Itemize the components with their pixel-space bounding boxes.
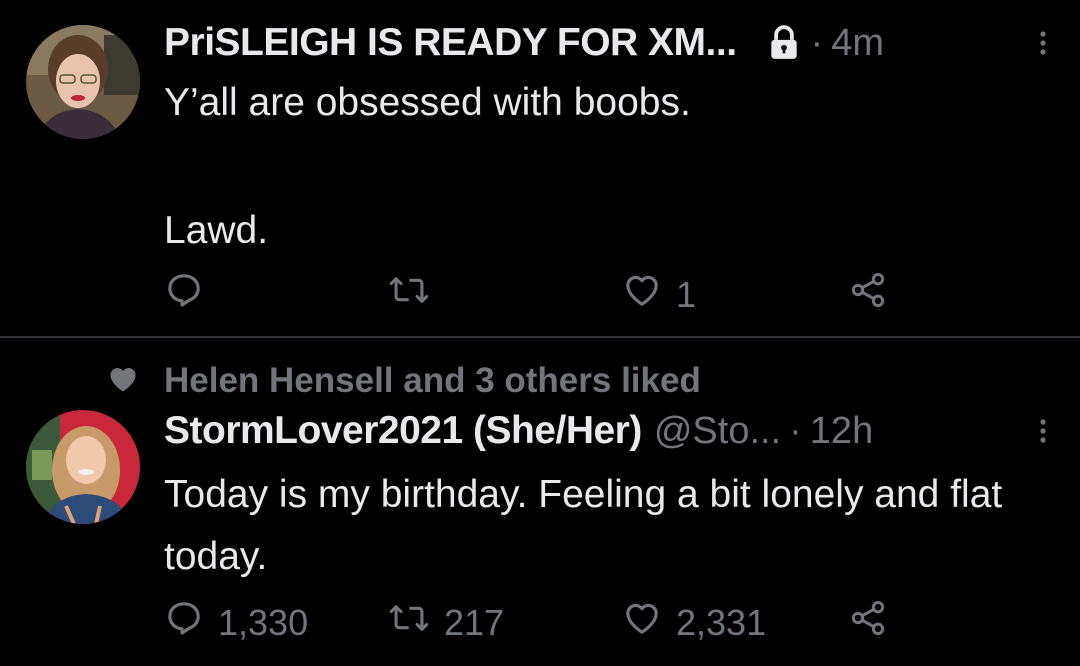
heart-icon: [622, 270, 662, 319]
social-context-text[interactable]: Helen Hensell and 3 others liked: [164, 361, 701, 401]
reply-count: 1,330: [218, 601, 309, 643]
heart-filled-icon: [108, 365, 138, 398]
retweet-button[interactable]: [388, 270, 430, 319]
display-name[interactable]: StormLover2021 (She/Her): [164, 409, 642, 453]
tweet-text-line: Lawd.: [164, 209, 269, 252]
heart-icon: [622, 598, 662, 647]
like-count: 1: [676, 273, 697, 315]
timeline-feed: PriSLEIGH IS READY FOR XM... · 4m Y’all …: [0, 0, 1080, 666]
share-button[interactable]: [848, 598, 888, 647]
share-button[interactable]: [848, 270, 888, 319]
timestamp[interactable]: 12h: [810, 410, 873, 453]
retweet-count: 217: [444, 601, 505, 643]
tweet[interactable]: PriSLEIGH IS READY FOR XM... · 4m Y’all …: [0, 0, 1080, 338]
tweet-text: Today is my birthday. Feeling a bit lone…: [164, 473, 1003, 578]
tweet-actions: 1: [164, 270, 1080, 320]
tweet[interactable]: Helen Hensell and 3 others liked StormLo…: [0, 340, 1080, 666]
like-count: 2,331: [676, 601, 767, 643]
like-button[interactable]: 1: [622, 270, 696, 319]
lock-icon: [765, 24, 803, 62]
reply-icon: [164, 598, 204, 647]
tweet-actions: 1,330 217 2,331: [164, 598, 1080, 648]
separator-dot: ·: [810, 21, 824, 64]
separator-dot: ·: [789, 409, 802, 452]
tweet-text-line: Y’all are obsessed with boobs.: [164, 81, 691, 124]
more-icon[interactable]: [1036, 26, 1050, 65]
share-icon: [848, 270, 888, 319]
display-name[interactable]: PriSLEIGH IS READY FOR XM...: [164, 21, 737, 65]
tweet-header: StormLover2021 (She/Her) @Sto... · 12h: [164, 406, 1050, 456]
reply-icon: [164, 270, 204, 319]
avatar[interactable]: [26, 410, 140, 524]
user-handle[interactable]: @Sto...: [654, 410, 781, 453]
avatar[interactable]: [26, 25, 140, 139]
reply-button[interactable]: 1,330: [164, 598, 308, 647]
more-icon[interactable]: [1036, 414, 1050, 453]
social-context: Helen Hensell and 3 others liked: [108, 358, 701, 404]
retweet-button[interactable]: 217: [388, 598, 504, 647]
timestamp[interactable]: 4m: [831, 22, 884, 65]
retweet-icon: [388, 598, 430, 647]
tweet-text: Y’all are obsessed with boobs. Lawd.: [164, 72, 1040, 262]
share-icon: [848, 598, 888, 647]
like-button[interactable]: 2,331: [622, 598, 766, 647]
tweet-header: PriSLEIGH IS READY FOR XM... · 4m: [164, 18, 1050, 68]
retweet-icon: [388, 270, 430, 319]
reply-button[interactable]: [164, 270, 204, 319]
